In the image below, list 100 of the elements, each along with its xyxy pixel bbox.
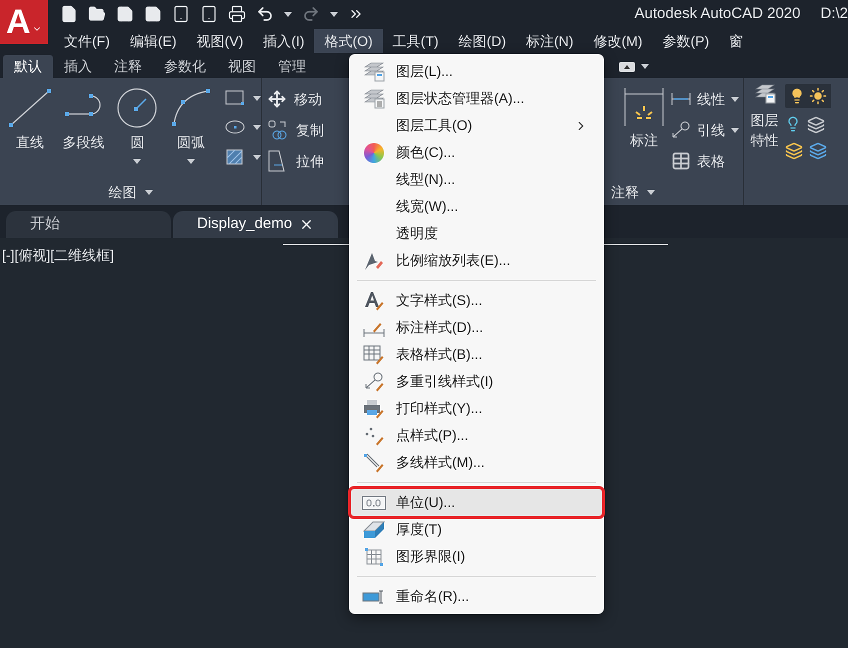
open-folder-icon[interactable]	[88, 5, 106, 23]
save-as-icon[interactable]	[144, 5, 162, 23]
arc-icon	[170, 88, 212, 128]
printer-icon[interactable]	[228, 5, 246, 23]
menu-item[interactable]: 图层(L)...	[351, 58, 602, 85]
layer-state-bar[interactable]	[785, 84, 832, 108]
layers-icon[interactable]	[807, 116, 826, 134]
dimension-icon	[624, 88, 664, 126]
layers-icon[interactable]	[785, 142, 804, 160]
menu-item[interactable]: 点样式(P)...	[351, 422, 602, 449]
menu-bar-item[interactable]: 格式(O)	[314, 29, 383, 53]
draw-tool[interactable]: 圆弧	[167, 86, 215, 179]
ribbon-tab[interactable]: 注释	[103, 55, 153, 78]
annotation-tool[interactable]: 引线	[671, 119, 739, 141]
panel-title[interactable]: 注释	[611, 182, 639, 202]
menu-item[interactable]: 标注样式(D)...	[351, 314, 602, 341]
rectangle-icon[interactable]	[225, 90, 245, 106]
menu-item[interactable]: 打印样式(Y)...	[351, 395, 602, 422]
menu-item-label: 重命名(R)...	[396, 587, 470, 606]
hatch-icon[interactable]	[225, 148, 245, 166]
text-style-icon	[362, 290, 384, 310]
menu-item[interactable]: 图层状态管理器(A)...	[351, 85, 602, 112]
menu-bar-item[interactable]: 文件(F)	[54, 29, 120, 53]
tab-label: 开始	[30, 214, 60, 234]
dimension-tool[interactable]: 标注	[623, 86, 665, 179]
redo-icon[interactable]	[302, 5, 320, 23]
thickness-icon	[362, 520, 384, 538]
menu-item[interactable]: 透明度	[351, 220, 602, 247]
menu-bar-item[interactable]: 插入(I)	[253, 29, 314, 53]
save-icon[interactable]	[116, 5, 134, 23]
menu-item[interactable]: 表格样式(B)...	[351, 341, 602, 368]
ribbon-tab[interactable]: 默认	[3, 55, 53, 78]
file-tab[interactable]: Display_demo	[173, 211, 338, 238]
tab-label: Display_demo	[197, 214, 292, 234]
menu-item[interactable]: 图层工具(O)	[351, 112, 602, 139]
close-icon[interactable]	[299, 217, 314, 232]
menu-item[interactable]: 多重引线样式(I)	[351, 368, 602, 395]
ribbon-tab[interactable]: 管理	[267, 55, 317, 78]
file-tab[interactable]: 开始	[6, 211, 171, 238]
leader-icon	[671, 121, 691, 139]
menu-bar-item[interactable]: 工具(T)	[382, 29, 449, 53]
draw-tool[interactable]: 多段线	[60, 86, 108, 179]
ribbon-tab[interactable]: 视图	[217, 55, 267, 78]
caret-icon[interactable]	[731, 96, 739, 102]
new-file-icon[interactable]	[60, 5, 78, 23]
caret-icon[interactable]	[133, 159, 142, 164]
pen-icon	[362, 250, 384, 270]
app-logo[interactable]: A	[0, 0, 48, 44]
menu-item-label: 点样式(P)...	[396, 426, 468, 445]
circle-icon	[116, 87, 158, 129]
caret-icon[interactable]	[731, 128, 739, 132]
menu-item[interactable]: 图形界限(I)	[351, 543, 602, 570]
printer-icon	[362, 398, 384, 418]
caret-icon[interactable]	[253, 124, 261, 130]
menu-item[interactable]: 单位(U)...	[351, 489, 602, 516]
annotation-tool[interactable]: 线性	[671, 88, 739, 110]
menu-item-label: 文字样式(S)...	[396, 291, 482, 310]
layers-icon[interactable]	[809, 142, 828, 160]
caret-icon[interactable]	[253, 154, 261, 160]
caret-icon[interactable]	[253, 96, 261, 100]
menu-bar-item[interactable]: 绘图(D)	[448, 29, 516, 53]
layer-properties-tool[interactable]: 图层特性	[750, 84, 780, 205]
annotation-tool[interactable]: 表格	[671, 150, 739, 172]
draw-tool[interactable]: 圆	[114, 86, 162, 179]
menu-item[interactable]: 重命名(R)...	[351, 583, 602, 610]
units-icon	[362, 496, 386, 510]
ellipse-icon[interactable]	[225, 119, 245, 135]
menu-bar-item[interactable]: 标注(N)	[516, 29, 584, 53]
menu-item[interactable]: 文字样式(S)...	[351, 287, 602, 314]
menu-bar-item[interactable]: 参数(P)	[652, 29, 720, 53]
menu-item-label: 单位(U)...	[396, 493, 456, 512]
caret-icon[interactable]	[641, 64, 649, 69]
draw-tool[interactable]: 直线	[6, 86, 54, 179]
undo-icon[interactable]	[256, 5, 274, 23]
caret-icon[interactable]	[647, 190, 655, 194]
viewport-label[interactable]: [-][俯视][二维线框]	[0, 238, 114, 266]
menu-bar-item[interactable]: 修改(M)	[583, 29, 652, 53]
caret-icon[interactable]	[284, 12, 292, 16]
menu-bar-item[interactable]: 视图(V)	[186, 29, 254, 53]
menu-bar-item[interactable]: 窗	[719, 29, 754, 53]
minimize-ribbon-button[interactable]	[619, 62, 635, 72]
menu-item[interactable]: 颜色(C)...	[351, 139, 602, 166]
caret-icon[interactable]	[330, 12, 338, 16]
menu-item-label: 线宽(W)...	[396, 197, 458, 216]
modify-tool[interactable]: 移动	[268, 88, 349, 110]
menu-item[interactable]: 线型(N)...	[351, 166, 602, 193]
ribbon-tab[interactable]: 插入	[53, 55, 103, 78]
panel-title[interactable]: 绘图	[108, 182, 136, 202]
modify-tool[interactable]: 复制	[268, 119, 349, 141]
menu-item[interactable]: 比例缩放列表(E)...	[351, 247, 602, 274]
caret-icon[interactable]	[144, 190, 152, 194]
table-icon	[671, 151, 691, 171]
menu-item-label: 表格样式(B)...	[396, 345, 482, 364]
menu-item[interactable]: 多线样式(M)...	[351, 449, 602, 476]
menu-item[interactable]: 线宽(W)...	[351, 193, 602, 220]
ribbon-tab[interactable]: 参数化	[153, 55, 217, 78]
menu-bar-item[interactable]: 编辑(E)	[120, 29, 187, 53]
menu-item[interactable]: 厚度(T)	[351, 516, 602, 543]
modify-tool[interactable]: 拉伸	[268, 150, 349, 172]
caret-icon[interactable]	[187, 159, 196, 164]
